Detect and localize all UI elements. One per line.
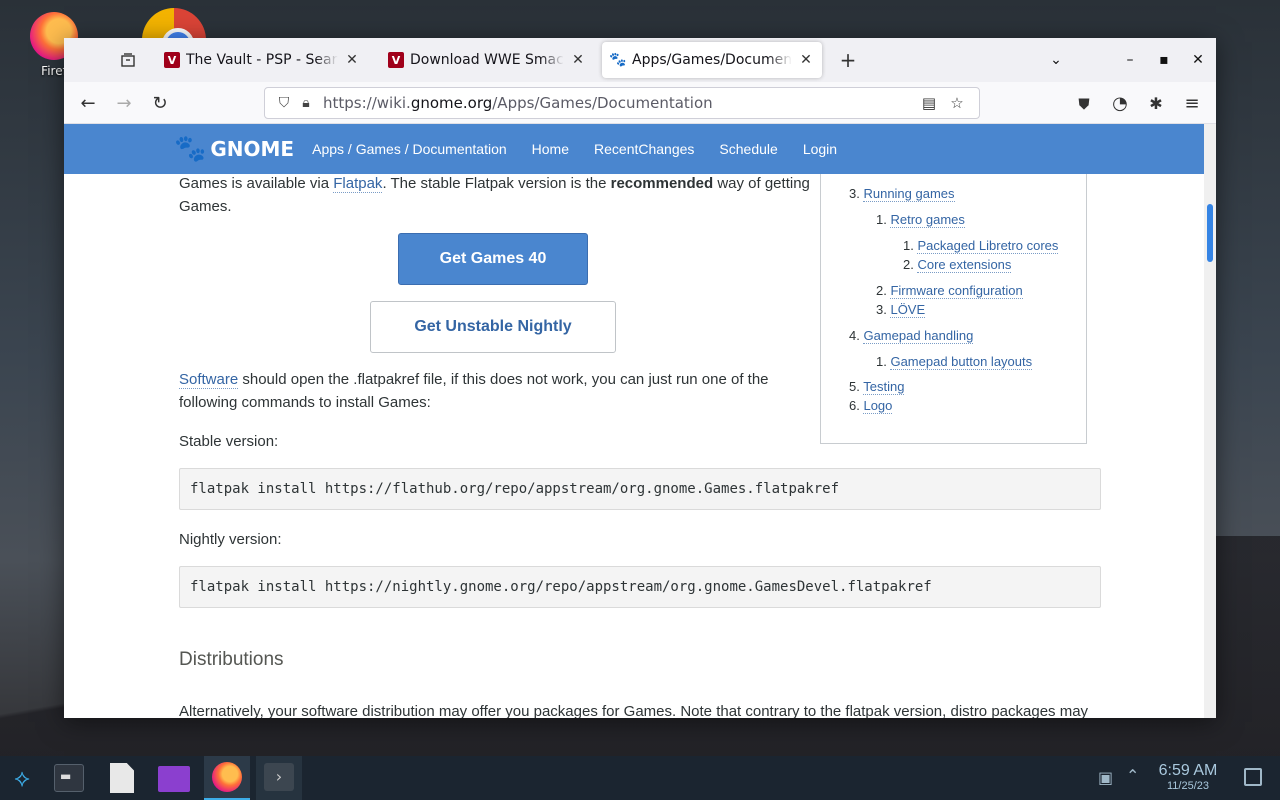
gnome-foot-icon: 🐾 <box>609 52 627 68</box>
account-icon[interactable]: ◔ <box>1106 90 1134 118</box>
web-page: 🐾 GNOME Apps / Games / Documentation Hom… <box>64 124 1204 718</box>
software-link[interactable]: Software <box>179 371 239 389</box>
breadcrumb[interactable]: Apps / Games / Documentation <box>312 141 507 157</box>
clock[interactable]: 6:59 AM 11/25/23 <box>1150 762 1226 793</box>
intro-paragraph: Games is available via Flatpak. The stab… <box>179 175 810 215</box>
reload-icon[interactable]: ↻ <box>146 90 174 118</box>
clock-date: 11/25/23 <box>1166 780 1209 792</box>
gnome-foot-icon: 🐾 <box>174 134 207 164</box>
tab-title: Download WWE SmackDo <box>410 52 564 68</box>
clock-time: 6:59 AM <box>1158 762 1218 779</box>
bookmark-star-icon[interactable]: ☆ <box>943 94 971 112</box>
toc-item[interactable]: 4. Gamepad handling <box>849 328 974 344</box>
toc-item[interactable]: 6. Logo <box>849 398 893 414</box>
distributions-heading: Distributions <box>179 649 284 670</box>
table-of-contents: 3. Running games 1. Retro games 1. Packa… <box>820 174 1087 444</box>
clipboard-icon[interactable]: ▣ <box>1098 768 1113 787</box>
reader-view-icon[interactable]: ▤ <box>915 94 943 112</box>
nav-home[interactable]: Home <box>532 141 569 157</box>
tab-manager-icon[interactable] <box>108 44 148 76</box>
forward-icon[interactable]: → <box>110 90 138 118</box>
navigation-toolbar: ← → ↻ ⛉ 🔒︎ https://wiki.gnome.org/Apps/G… <box>64 82 1216 124</box>
list-all-tabs-icon[interactable]: ⌄ <box>1044 48 1068 72</box>
url-text[interactable]: https://wiki.gnome.org/Apps/Games/Docume… <box>323 94 915 112</box>
distributions-paragraph: Alternatively, your software distributio… <box>179 703 1089 718</box>
toc-item[interactable]: 5. Testing <box>849 379 905 395</box>
stable-command-code[interactable]: flatpak install https://flathub.org/repo… <box>179 468 1101 510</box>
tab-gnome-games-docs[interactable]: 🐾 Apps/Games/Documentation ✕ <box>602 42 822 78</box>
nightly-command-code[interactable]: flatpak install https://nightly.gnome.or… <box>179 566 1101 608</box>
toc-item[interactable]: 2. Firmware configuration <box>876 283 1023 299</box>
close-tab-icon[interactable]: ✕ <box>570 52 586 68</box>
nightly-version-label: Nightly version: <box>179 531 282 548</box>
software-paragraph: Software should open the .flatpakref fil… <box>179 371 769 411</box>
shield-icon[interactable]: ⛉ <box>273 95 295 111</box>
vault-icon: V <box>388 52 404 68</box>
site-header: 🐾 GNOME Apps / Games / Documentation Hom… <box>64 124 1204 174</box>
extensions-icon[interactable]: ✱ <box>1142 90 1170 118</box>
minimize-button[interactable]: – <box>1118 48 1142 72</box>
pocket-icon[interactable]: ⛊ <box>1070 90 1098 118</box>
toc-item[interactable]: 3. LÖVE <box>876 302 926 318</box>
lock-icon[interactable]: 🔒︎ <box>295 95 317 111</box>
show-desktop-icon[interactable] <box>1244 768 1262 786</box>
close-tab-icon[interactable]: ✕ <box>344 52 360 68</box>
toc-item[interactable]: 1. Gamepad button layouts <box>876 354 1033 370</box>
toc-item[interactable]: 1. Packaged Libretro cores <box>903 238 1059 254</box>
vault-icon: V <box>164 52 180 68</box>
back-icon[interactable]: ← <box>74 90 102 118</box>
get-nightly-button[interactable]: Get Unstable Nightly <box>370 301 616 353</box>
gnome-logo[interactable]: 🐾 GNOME <box>174 134 294 164</box>
console-icon: › <box>264 763 294 791</box>
nav-recent-changes[interactable]: RecentChanges <box>594 141 694 157</box>
toc-item[interactable]: 1. Retro games <box>876 212 965 228</box>
flatpak-link[interactable]: Flatpak <box>333 175 383 193</box>
tab-bar: V The Vault - PSP - Search R ✕ V Downloa… <box>64 38 1216 82</box>
tab-vault-psp[interactable]: V The Vault - PSP - Search R ✕ <box>156 42 368 78</box>
firefox-icon <box>212 762 242 792</box>
stable-version-label: Stable version: <box>179 433 279 450</box>
folder-task[interactable] <box>158 766 190 792</box>
maximize-button[interactable]: ▪ <box>1152 48 1176 72</box>
toc-item[interactable]: 2. Core extensions <box>903 257 1012 273</box>
close-tab-icon[interactable]: ✕ <box>798 52 814 68</box>
url-bar[interactable]: ⛉ 🔒︎ https://wiki.gnome.org/Apps/Games/D… <box>264 87 980 119</box>
firefox-task[interactable] <box>204 756 250 800</box>
browser-window: V The Vault - PSP - Search R ✕ V Downloa… <box>64 38 1216 718</box>
new-tab-button[interactable]: + <box>834 46 862 74</box>
close-window-button[interactable]: ✕ <box>1186 48 1210 72</box>
terminal-task[interactable]: ▬ <box>54 764 84 792</box>
menu-icon[interactable]: ≡ <box>1178 90 1206 118</box>
taskbar: ⟡ ▬ › ▣ ⌃ 6:59 AM 11/25/23 <box>0 756 1280 800</box>
terminal-icon: ▬ <box>60 769 72 783</box>
toc-item[interactable]: 3. Running games <box>849 186 955 202</box>
konsole-task[interactable]: › <box>256 756 302 800</box>
get-games-button[interactable]: Get Games 40 <box>398 233 588 285</box>
chevron-up-icon[interactable]: ⌃ <box>1126 766 1139 785</box>
app-launcher-icon[interactable]: ⟡ <box>8 764 36 792</box>
tab-title: The Vault - PSP - Search R <box>186 52 338 68</box>
nav-login[interactable]: Login <box>803 141 837 157</box>
tab-wwe-download[interactable]: V Download WWE SmackDo ✕ <box>380 42 594 78</box>
page-scrollbar[interactable] <box>1204 124 1216 718</box>
tab-title: Apps/Games/Documentation <box>632 52 792 68</box>
scrollbar-thumb[interactable] <box>1207 204 1213 262</box>
nav-schedule[interactable]: Schedule <box>719 141 777 157</box>
document-task[interactable] <box>110 763 134 793</box>
